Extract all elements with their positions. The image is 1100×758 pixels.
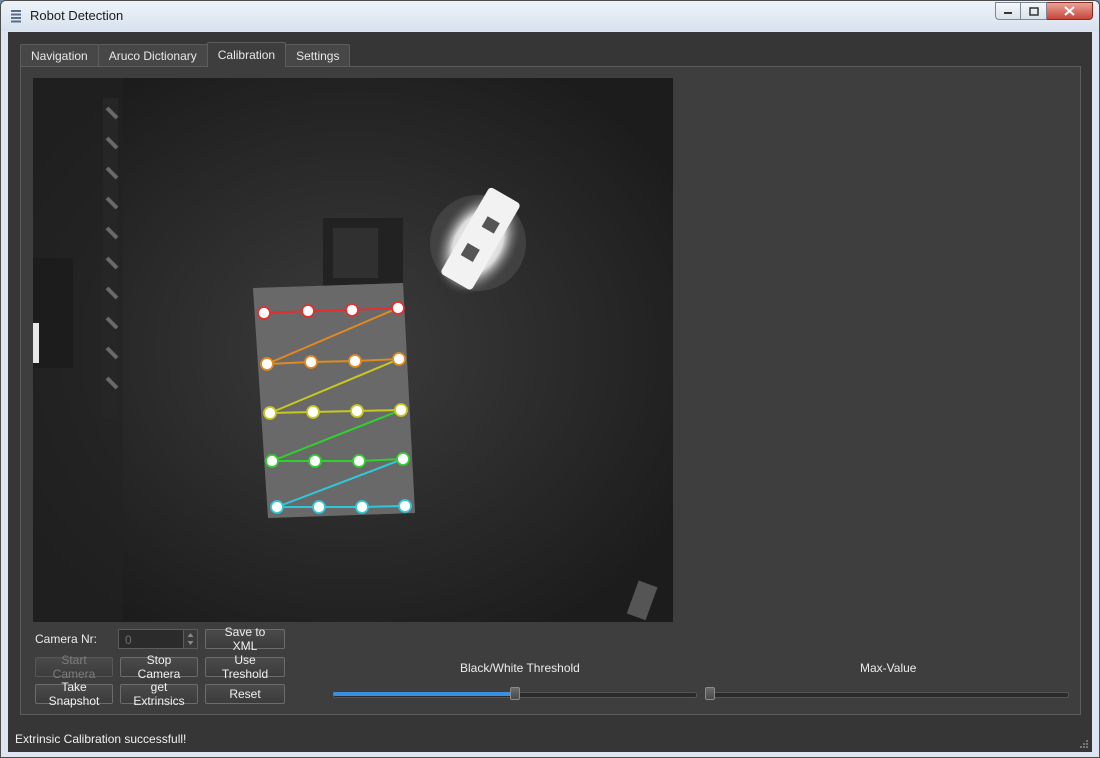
max-value-slider[interactable] [705, 687, 1069, 701]
tab-aruco-dictionary[interactable]: Aruco Dictionary [97, 44, 208, 67]
camera-nr-value: 0 [125, 633, 132, 647]
status-message: Extrinsic Calibration successfull! [15, 732, 187, 746]
client-area: Navigation Aruco Dictionary Calibration … [8, 32, 1092, 752]
take-snapshot-button[interactable]: Take Snapshot [35, 680, 113, 708]
tab-settings[interactable]: Settings [285, 44, 351, 67]
camera-nr-spinbox[interactable]: 0 [118, 629, 198, 649]
use-threshold-button[interactable]: Use Treshold [205, 653, 285, 681]
get-extrinsics-button[interactable]: get Extrinsics [120, 680, 198, 708]
spin-arrows-icon[interactable] [183, 630, 197, 648]
tab-calibration[interactable]: Calibration [206, 42, 287, 67]
resize-grip-icon[interactable] [1078, 738, 1088, 748]
minimize-button[interactable] [995, 2, 1021, 20]
tab-navigation[interactable]: Navigation [20, 44, 99, 67]
maximize-icon [1028, 6, 1039, 16]
close-icon [1064, 6, 1075, 16]
start-camera-button[interactable]: Start Camera [35, 653, 113, 681]
threshold-slider-handle[interactable] [510, 687, 520, 700]
main-window: Robot Detection Navigation Aruco Diction… [0, 0, 1100, 758]
title-bar[interactable]: Robot Detection [1, 1, 1099, 31]
stop-camera-button[interactable]: Stop Camera [120, 653, 198, 681]
tab-bar: Navigation Aruco Dictionary Calibration … [20, 42, 351, 67]
threshold-label: Black/White Threshold [460, 661, 580, 675]
calibration-panel: Camera Nr: 0 Save to XML Start Camera St… [20, 66, 1081, 715]
max-value-label: Max-Value [860, 661, 917, 675]
max-value-slider-handle[interactable] [705, 687, 715, 700]
camera-nr-label: Camera Nr: [35, 632, 98, 646]
reset-button[interactable]: Reset [205, 684, 285, 704]
maximize-button[interactable] [1021, 2, 1047, 20]
save-to-xml-button[interactable]: Save to XML [205, 625, 285, 653]
camera-view [33, 78, 673, 622]
threshold-slider[interactable] [333, 687, 697, 701]
minimize-icon [1004, 12, 1012, 14]
app-icon [11, 10, 21, 23]
close-button[interactable] [1047, 2, 1093, 20]
window-title: Robot Detection [30, 8, 124, 23]
